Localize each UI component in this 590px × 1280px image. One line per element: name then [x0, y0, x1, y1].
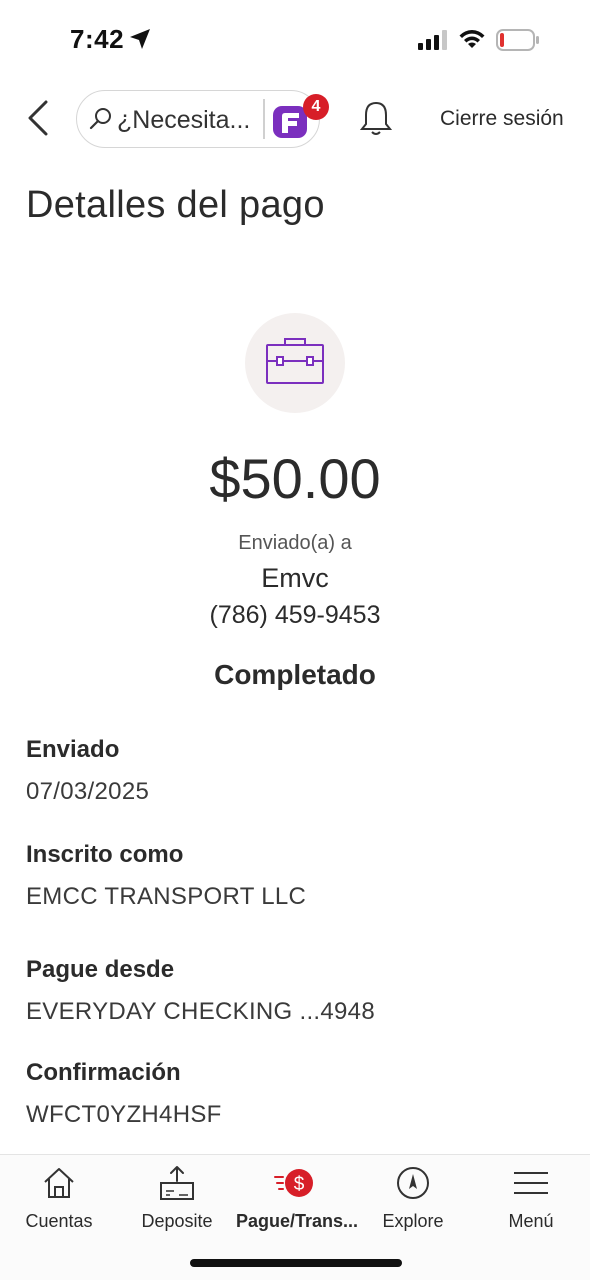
detail-value: WFCT0YZH4HSF — [26, 1101, 222, 1128]
back-arrow-icon[interactable] — [20, 98, 60, 138]
detail-value: 07/03/2025 — [26, 778, 150, 805]
detail-sent-date: Enviado 07/03/2025 — [26, 736, 566, 806]
detail-value: EVERYDAY CHECKING ...4948 — [26, 998, 375, 1025]
search-bar[interactable]: ¿Necesita... 4 — [76, 90, 329, 148]
home-icon — [44, 1168, 74, 1198]
payment-amount: $50.00 — [209, 447, 381, 510]
notification-count-badge: 4 — [303, 94, 329, 120]
cellular-signal-icon — [418, 30, 447, 50]
pay-transfer-icon: $ — [274, 1169, 313, 1197]
battery-icon — [496, 29, 539, 51]
detail-label: Inscrito como — [26, 841, 184, 868]
page-title: Detalles del pago — [26, 184, 325, 226]
wifi-icon — [459, 30, 485, 48]
nav-label: Pague/Trans... — [236, 1211, 359, 1231]
payment-status: Completado — [214, 659, 376, 690]
recipient-phone: (786) 459-9453 — [209, 601, 381, 629]
payment-category-badge — [245, 313, 345, 413]
detail-pay-from: Pague desde EVERYDAY CHECKING ...4948 — [26, 956, 566, 1026]
nav-item-pague-transfiera[interactable]: $ Pague/Trans... — [236, 1155, 359, 1245]
detail-enrolled-as: Inscrito como EMCC TRANSPORT LLC — [26, 841, 566, 911]
nav-item-explore[interactable]: Explore — [354, 1155, 472, 1245]
deposit-icon — [160, 1166, 194, 1200]
location-arrow-icon — [130, 29, 150, 49]
nav-label: Menú — [508, 1211, 554, 1231]
nav-item-cuentas[interactable]: Cuentas — [0, 1155, 118, 1245]
bell-icon[interactable] — [356, 98, 396, 138]
detail-value: EMCC TRANSPORT LLC — [26, 883, 307, 910]
nav-label: Deposite — [141, 1211, 213, 1231]
search-icon — [89, 108, 111, 130]
detail-confirmation: Confirmación WFCT0YZH4HSF — [26, 1059, 566, 1129]
sent-to-label: Enviado(a) a — [238, 532, 352, 554]
home-indicator[interactable] — [190, 1259, 402, 1267]
detail-label: Enviado — [26, 736, 120, 763]
logout-button[interactable]: Cierre sesión — [440, 107, 564, 131]
status-bar: 7:42 — [0, 0, 590, 80]
detail-label: Confirmación — [26, 1059, 181, 1086]
nav-item-menu[interactable]: Menú — [472, 1155, 590, 1245]
search-input[interactable]: ¿Necesita... — [117, 106, 250, 135]
recipient-name: Emvc — [261, 563, 329, 593]
status-time: 7:42 — [70, 24, 125, 54]
nav-item-deposite[interactable]: Deposite — [118, 1155, 236, 1245]
briefcase-icon — [266, 338, 324, 384]
nav-label: Cuentas — [25, 1211, 93, 1231]
compass-icon — [397, 1167, 429, 1199]
search-divider — [263, 99, 265, 139]
nav-label: Explore — [382, 1211, 444, 1231]
app-header: ¿Necesita... 4 Cierre sesión — [0, 86, 590, 152]
detail-label: Pague desde — [26, 956, 175, 983]
menu-icon — [514, 1172, 548, 1194]
svg-text:$: $ — [294, 1174, 305, 1195]
